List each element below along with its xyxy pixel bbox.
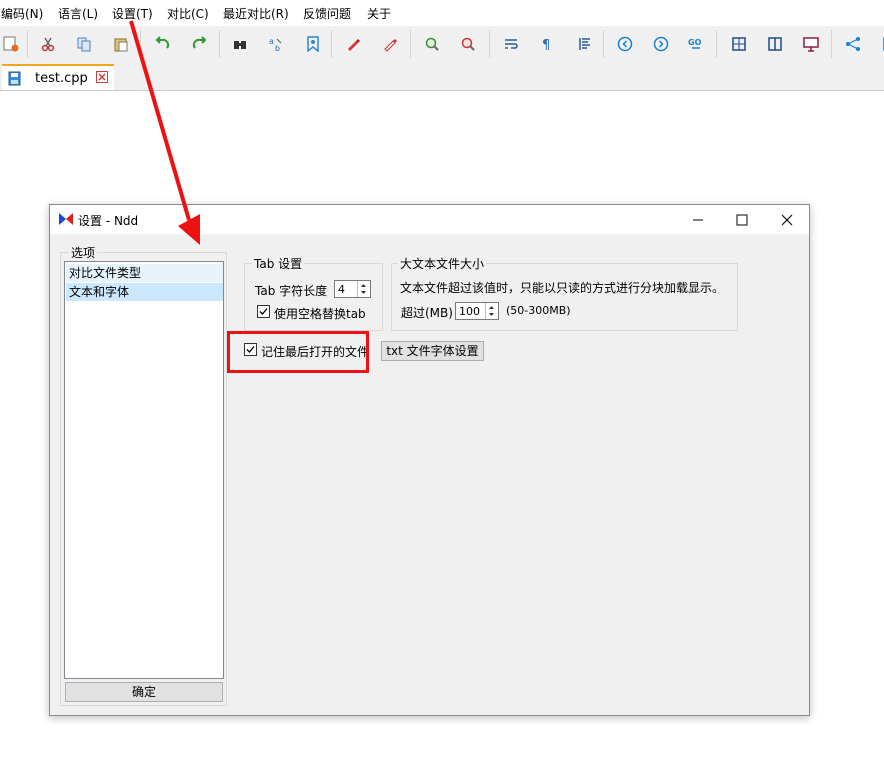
bookmark-icon[interactable] [302, 33, 324, 55]
zoom-in-icon[interactable] [421, 33, 443, 55]
menu-feedback[interactable]: 反馈问题 [303, 5, 351, 22]
tab-width-spinbox[interactable]: 4 [334, 280, 371, 298]
exceed-spinbox[interactable]: 100 [455, 302, 499, 320]
exceed-label: 超过(MB) [401, 306, 453, 320]
tab-settings-title: Tab 设置 [252, 255, 305, 272]
options-list: 对比文件类型 文本和字体 [64, 261, 224, 679]
close-icon[interactable] [776, 209, 798, 231]
menu-compare[interactable]: 对比(C) [167, 5, 209, 22]
annotation-highlight-box [227, 331, 369, 373]
large-file-description: 文本文件超过该值时，只能以只读的方式进行分块加载显示。 [400, 281, 725, 295]
cut-icon[interactable] [37, 33, 59, 55]
list-item-compare-types[interactable]: 对比文件类型 [66, 264, 223, 282]
save-file-icon [8, 71, 21, 89]
tab-strip: test.cpp [0, 62, 884, 91]
minimize-icon[interactable] [687, 209, 709, 231]
toolbar: ab ¶ GO [0, 26, 884, 62]
redo-icon[interactable] [188, 33, 210, 55]
tab-width-value: 4 [338, 283, 345, 296]
spin-arrows-icon[interactable] [357, 281, 370, 297]
find-icon[interactable] [229, 33, 251, 55]
options-group-title: 选项 [69, 244, 98, 261]
dialog-titlebar[interactable]: 设置 - Ndd [50, 205, 809, 234]
prev-diff-icon[interactable] [614, 33, 636, 55]
menu-recent-compare[interactable]: 最近对比(R) [223, 5, 289, 22]
next-diff-icon[interactable] [650, 33, 672, 55]
txt-font-settings-button[interactable]: txt 文件字体设置 [381, 341, 484, 361]
fold-all-icon[interactable] [728, 33, 750, 55]
menu-about[interactable]: 关于 [367, 5, 391, 22]
svg-text:b: b [275, 44, 280, 52]
more-tools-icon[interactable] [874, 33, 884, 55]
menu-settings[interactable]: 设置(T) [112, 5, 153, 22]
tab-filename: test.cpp [35, 71, 88, 86]
indent-guide-icon[interactable] [573, 33, 595, 55]
zoom-out-icon[interactable] [457, 33, 479, 55]
large-file-title: 大文本文件大小 [398, 255, 487, 272]
ok-button[interactable]: 确定 [65, 682, 223, 702]
settings-dialog: 设置 - Ndd 选项 对比文件类型 文本和字体 确定 Tab 设置 Tab 字… [49, 204, 810, 716]
svg-text:¶: ¶ [542, 38, 550, 52]
word-wrap-icon[interactable] [500, 33, 522, 55]
menu-bar: 编码(N) 语言(L) 设置(T) 对比(C) 最近对比(R) 反馈问题 关于 [0, 0, 884, 24]
svg-text:a: a [269, 37, 274, 46]
close-all-icon[interactable] [0, 33, 22, 55]
split-view-icon[interactable] [764, 33, 786, 55]
use-spaces-checkbox[interactable] [257, 305, 270, 318]
presentation-icon[interactable] [800, 33, 822, 55]
eraser-icon[interactable] [379, 33, 401, 55]
copy-icon[interactable] [73, 33, 95, 55]
undo-icon[interactable] [152, 33, 174, 55]
list-item-text-font[interactable]: 文本和字体 [66, 283, 223, 301]
show-symbols-icon[interactable]: ¶ [536, 33, 558, 55]
app-logo-icon [58, 212, 74, 229]
tree-icon[interactable] [842, 33, 864, 55]
spin-arrows-icon[interactable] [485, 303, 498, 319]
use-spaces-label: 使用空格替换tab [274, 307, 366, 321]
menu-encoding[interactable]: 编码(N) [1, 5, 43, 22]
marker-icon[interactable] [342, 33, 364, 55]
dialog-title: 设置 - Ndd [78, 214, 139, 228]
svg-text:GO: GO [688, 38, 702, 47]
tab-width-label: Tab 字符长度 [255, 284, 328, 298]
menu-language[interactable]: 语言(L) [58, 5, 98, 22]
file-tab[interactable]: test.cpp [2, 64, 114, 90]
exceed-value: 100 [459, 305, 480, 318]
tab-close-icon[interactable] [96, 71, 108, 83]
replace-icon[interactable]: ab [265, 33, 287, 55]
maximize-icon[interactable] [731, 209, 753, 231]
goto-icon[interactable]: GO [686, 33, 708, 55]
paste-icon[interactable] [110, 33, 132, 55]
exceed-range: (50-300MB) [506, 304, 571, 317]
